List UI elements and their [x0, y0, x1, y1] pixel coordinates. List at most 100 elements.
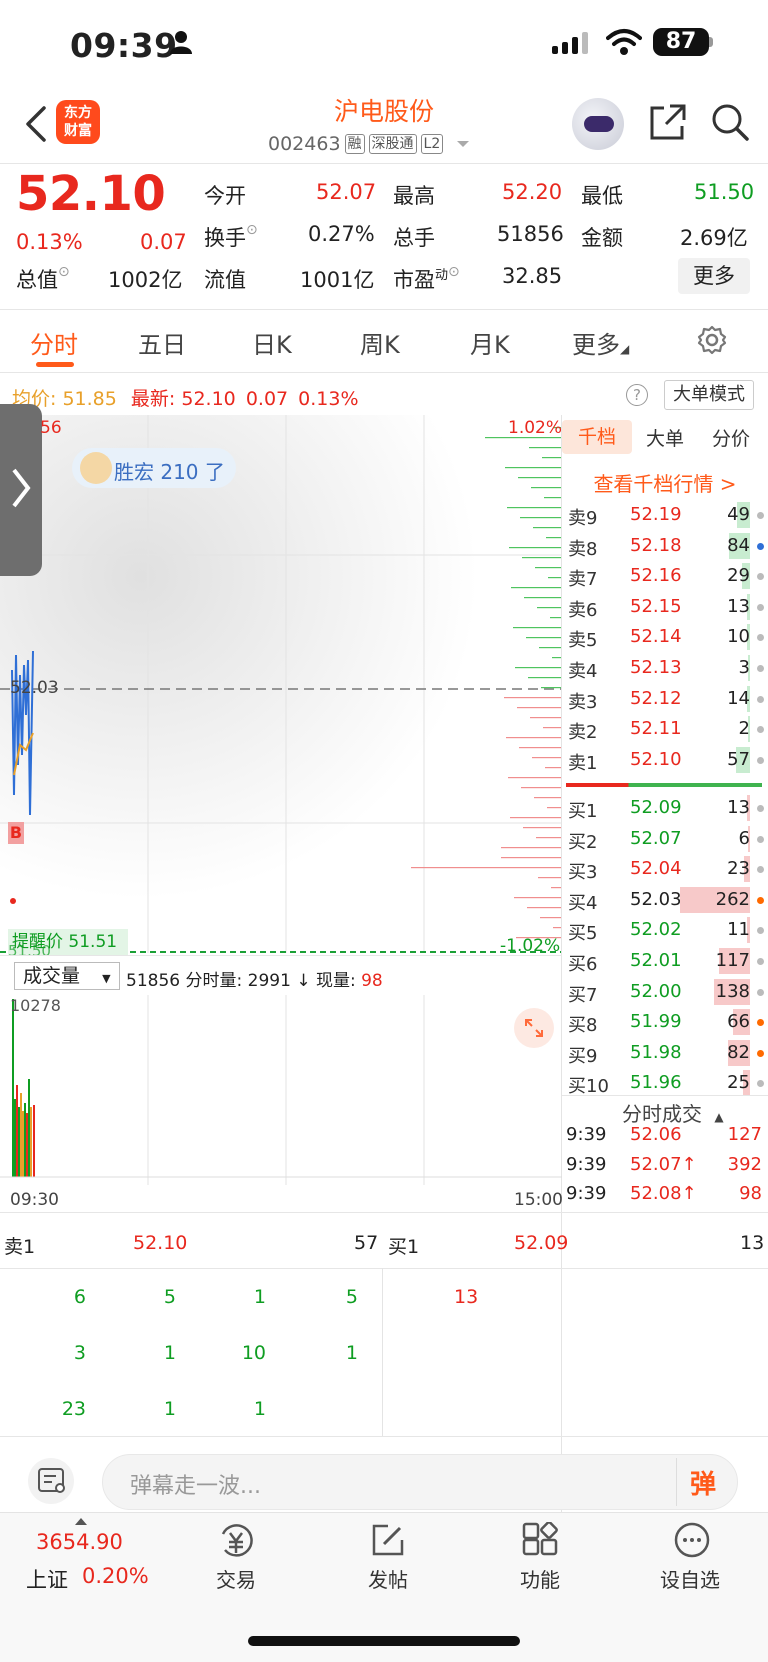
ask-row[interactable]: 卖5 52.14 10	[562, 622, 768, 652]
ask-row[interactable]: 卖4 52.13 3	[562, 653, 768, 683]
tick-trades-header[interactable]: 分时成交 ▲	[622, 1098, 724, 1127]
bid-price: 51.99	[630, 1011, 682, 1033]
depth-bar	[529, 447, 561, 449]
indicator-selector[interactable]: 成交量 ▼	[14, 962, 120, 990]
volume-grid	[147, 995, 425, 1185]
ask-row[interactable]: 卖7 52.16 29	[562, 561, 768, 591]
mcap-label-text: 总值	[16, 268, 58, 292]
trade-yen-icon[interactable]	[217, 1522, 255, 1560]
avatar	[80, 452, 112, 484]
bid-dot	[757, 805, 764, 812]
tab-intraday[interactable]: 分时	[30, 325, 78, 360]
bid-volume: 13	[727, 797, 750, 818]
volume-bar	[24, 1103, 26, 1177]
tab-weekly-k[interactable]: 周K	[360, 325, 400, 360]
bid-level: 买2	[568, 831, 598, 853]
tab-more-label: 更多	[572, 331, 620, 359]
ask-row[interactable]: 卖3 52.12 14	[562, 684, 768, 714]
wifi-icon	[606, 29, 642, 55]
pe-label[interactable]: 市盈动⊙	[393, 264, 460, 294]
ask-split-cell: 6	[73, 1286, 86, 1308]
ask-level: 卖9	[568, 508, 598, 529]
bid-row[interactable]: 买3 52.04 23	[562, 854, 768, 884]
post-edit-icon[interactable]	[370, 1522, 406, 1558]
functions-grid-icon[interactable]	[522, 1522, 558, 1558]
tab-daily-k[interactable]: 日K	[252, 325, 292, 360]
bid-row[interactable]: 买10 51.96 25	[562, 1068, 768, 1098]
view-thousand-level-link[interactable]: 查看千档行情 >	[562, 468, 768, 497]
bid-dot	[757, 1019, 764, 1027]
depth-bar	[532, 757, 561, 759]
nav-add-watchlist[interactable]: 设自选	[660, 1564, 720, 1593]
book-table-bottom-divider	[0, 1436, 768, 1437]
turnover-label[interactable]: 换手⊙	[204, 222, 258, 252]
volume-bar	[22, 1111, 24, 1177]
volume-chart[interactable]	[0, 995, 562, 1185]
ask-split-cell: 5	[345, 1286, 358, 1308]
tab-thousand-level[interactable]: 千档	[562, 420, 632, 454]
caret-up-small-icon[interactable]	[74, 1516, 88, 1526]
intraday-chart[interactable]	[0, 415, 562, 953]
bid-row[interactable]: 买5 52.02 11	[562, 915, 768, 945]
ask-row[interactable]: 卖2 52.11 2	[562, 714, 768, 744]
tab-price-dist[interactable]: 分价	[712, 424, 750, 451]
index-value[interactable]: 3654.90	[36, 1530, 123, 1554]
ask-dot	[757, 512, 764, 519]
float-label: 流值	[204, 268, 246, 292]
tab-big-order[interactable]: 大单	[646, 424, 684, 451]
ask-dot	[757, 634, 764, 642]
depth-bar	[547, 807, 561, 809]
depth-bar	[548, 577, 561, 579]
share-icon[interactable]	[648, 102, 688, 142]
big-order-mode-button[interactable]: 大单模式	[664, 380, 754, 410]
danmu-toggle-button[interactable]: 弹	[690, 1464, 716, 1501]
bid-row[interactable]: 买7 52.00 138	[562, 977, 768, 1007]
bid-row[interactable]: 买1 52.09 13	[562, 793, 768, 823]
depth-bar	[508, 777, 561, 779]
nav-trade[interactable]: 交易	[216, 1564, 256, 1593]
current-price: 52.10	[16, 166, 166, 222]
minute-vol-label: 分时量:	[185, 971, 243, 991]
ask-row[interactable]: 卖9 52.19 49	[562, 500, 768, 530]
stock-code-row[interactable]: 002463 融 深股通 L2	[268, 133, 471, 155]
nav-post[interactable]: 发帖	[368, 1564, 408, 1593]
bid-row[interactable]: 买8 51.99 66	[562, 1007, 768, 1037]
change-percent: 0.13%	[16, 230, 83, 254]
high-value: 52.20	[502, 180, 563, 204]
ask-row[interactable]: 卖8 52.18 84	[562, 531, 768, 561]
tab-more[interactable]: 更多◢	[572, 325, 629, 360]
search-icon[interactable]	[710, 102, 750, 142]
pe-label-text: 市盈	[393, 268, 435, 292]
depth-bar	[518, 477, 561, 479]
depth-bar	[524, 597, 561, 599]
mcap-label[interactable]: 总值⊙	[16, 264, 70, 294]
bid-row[interactable]: 买9 51.98 82	[562, 1038, 768, 1068]
indicator-selector-label: 成交量	[23, 965, 81, 987]
index-percent[interactable]: 0.20%	[82, 1564, 149, 1588]
more-button[interactable]: 更多	[678, 258, 750, 294]
tab-monthly-k[interactable]: 月K	[470, 325, 510, 360]
volume-bar	[26, 1113, 28, 1177]
battery-level: 87	[653, 28, 709, 56]
help-icon[interactable]: ?	[626, 384, 648, 406]
bid-ask-ratio-bar	[566, 783, 762, 787]
pe-sup: 动	[435, 268, 449, 283]
ask-row[interactable]: 卖6 52.15 13	[562, 592, 768, 622]
bid-row[interactable]: 买4 52.03 262	[562, 885, 768, 915]
add-watchlist-icon[interactable]	[674, 1522, 710, 1558]
bid-dot	[757, 1049, 764, 1057]
depth-bar	[536, 837, 561, 839]
index-name[interactable]: 上证	[26, 1564, 68, 1594]
bid-row[interactable]: 买2 52.07 6	[562, 824, 768, 854]
bid-level: 买4	[568, 892, 598, 914]
down-arrow: ↓	[296, 971, 311, 991]
tab-five-day[interactable]: 五日	[138, 325, 186, 360]
nav-functions[interactable]: 功能	[520, 1564, 560, 1593]
bid-row[interactable]: 买6 52.01 117	[562, 946, 768, 976]
ask-row[interactable]: 卖1 52.10 57	[562, 745, 768, 775]
volume-bars	[12, 999, 35, 1177]
gear-icon[interactable]	[696, 324, 728, 356]
ask-volume: 2	[738, 718, 750, 740]
bid-volume: 117	[715, 950, 750, 971]
bid-level: 买6	[568, 954, 598, 975]
